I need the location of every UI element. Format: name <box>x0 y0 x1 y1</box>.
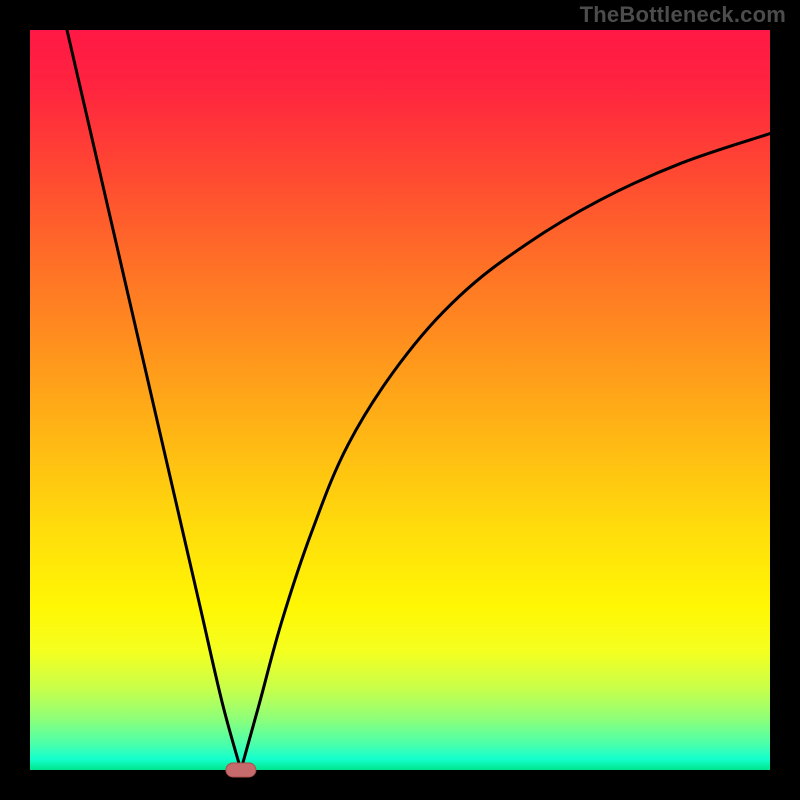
bottleneck-chart <box>0 0 800 800</box>
watermark-text: TheBottleneck.com <box>580 2 786 28</box>
chart-frame: TheBottleneck.com <box>0 0 800 800</box>
minimum-marker <box>226 763 256 777</box>
plot-background <box>30 30 770 770</box>
